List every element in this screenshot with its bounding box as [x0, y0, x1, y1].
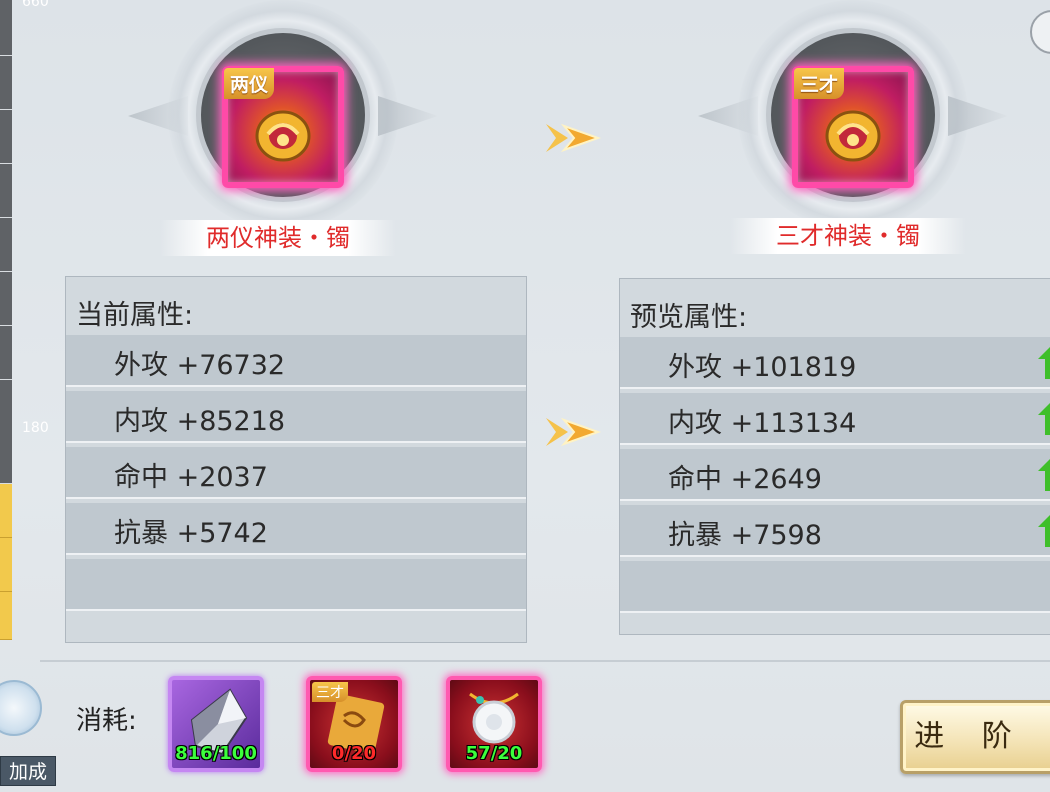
frame-wing-right: [378, 96, 438, 136]
preview-attributes-panel: 预览属性: 外攻 +101819 内攻 +113134 命中 +2649 抗暴 …: [619, 278, 1050, 635]
current-attributes-panel: 当前属性: 外攻 +76732 内攻 +85218 命中 +2037 抗暴 +5…: [65, 276, 527, 643]
next-item-icon[interactable]: 三才: [792, 66, 914, 188]
consumption-label: 消耗:: [76, 706, 137, 736]
current-item-icon[interactable]: 两仪: [222, 66, 344, 188]
current-attributes-title: 当前属性:: [76, 300, 194, 331]
strip-cell: [0, 538, 12, 592]
frame-wing-left: [698, 96, 758, 136]
cost-count: 816/100: [175, 743, 257, 764]
bonus-emblem-icon: [0, 680, 42, 736]
next-item-name: 三才神装・镯: [730, 218, 966, 254]
increase-arrow-icon: [1038, 459, 1050, 491]
tier-tag: 三才: [794, 68, 845, 99]
strip-cell: [0, 380, 12, 484]
attribute-text: 抗暴 +5742: [114, 518, 268, 549]
upgrade-arrow-icon: [546, 417, 602, 447]
attribute-text: 外攻 +76732: [114, 350, 286, 381]
attribute-text: 命中 +2037: [114, 462, 268, 493]
attribute-row: 内攻 +113134: [620, 393, 1050, 445]
attribute-row: 命中 +2649: [620, 449, 1050, 501]
attribute-row: 内攻 +85218: [66, 391, 526, 443]
increase-arrow-icon: [1038, 515, 1050, 547]
attribute-text: 命中 +2649: [668, 464, 822, 495]
strip-number-mid: 180: [22, 420, 49, 436]
attribute-row-empty: [620, 561, 1050, 613]
bracelet-icon: [255, 110, 311, 162]
strip-cell: [0, 326, 12, 380]
close-button[interactable]: [1030, 10, 1050, 54]
current-item-name: 两仪神装・镯: [160, 220, 396, 256]
strip-cell: [0, 164, 12, 218]
strip-cell: [0, 272, 12, 326]
bonus-badge[interactable]: 加成: [0, 680, 56, 792]
attribute-text: 外攻 +101819: [668, 352, 857, 383]
cost-slot-crystal[interactable]: 816/100: [168, 676, 264, 772]
attribute-text: 内攻 +85218: [114, 406, 286, 437]
strip-cell: [0, 484, 12, 538]
advance-button[interactable]: 进 阶: [900, 700, 1050, 774]
bonus-label: 加成: [0, 756, 56, 786]
tier-tag: 两仪: [224, 68, 275, 99]
increase-arrow-icon: [1038, 347, 1050, 379]
tier-tag: 三才: [312, 682, 348, 702]
frame-wing-left: [128, 96, 188, 136]
cost-count: 57/20: [465, 743, 523, 764]
strip-cell: [0, 56, 12, 110]
left-level-strip: [0, 0, 12, 640]
strip-number-top: 660: [22, 0, 49, 10]
strip-cell: [0, 218, 12, 272]
strip-cell: [0, 592, 12, 640]
preview-attributes-title: 预览属性:: [630, 302, 748, 333]
attribute-row: 抗暴 +5742: [66, 503, 526, 555]
cost-slot-pendant[interactable]: 57/20: [446, 676, 542, 772]
cost-slot-scroll[interactable]: 三才 0/20: [306, 676, 402, 772]
attribute-row-empty: [66, 559, 526, 611]
frame-wing-right: [948, 96, 1008, 136]
attribute-row: 外攻 +101819: [620, 337, 1050, 389]
attribute-text: 抗暴 +7598: [668, 520, 822, 551]
strip-cell: [0, 110, 12, 164]
attribute-row: 外攻 +76732: [66, 335, 526, 387]
attribute-text: 内攻 +113134: [668, 408, 857, 439]
increase-arrow-icon: [1038, 403, 1050, 435]
divider: [40, 660, 1050, 662]
bracelet-icon: [825, 110, 881, 162]
attribute-row: 命中 +2037: [66, 447, 526, 499]
cost-count: 0/20: [331, 743, 377, 764]
attribute-row: 抗暴 +7598: [620, 505, 1050, 557]
upgrade-arrow-icon: [546, 123, 602, 153]
strip-cell: [0, 0, 12, 56]
